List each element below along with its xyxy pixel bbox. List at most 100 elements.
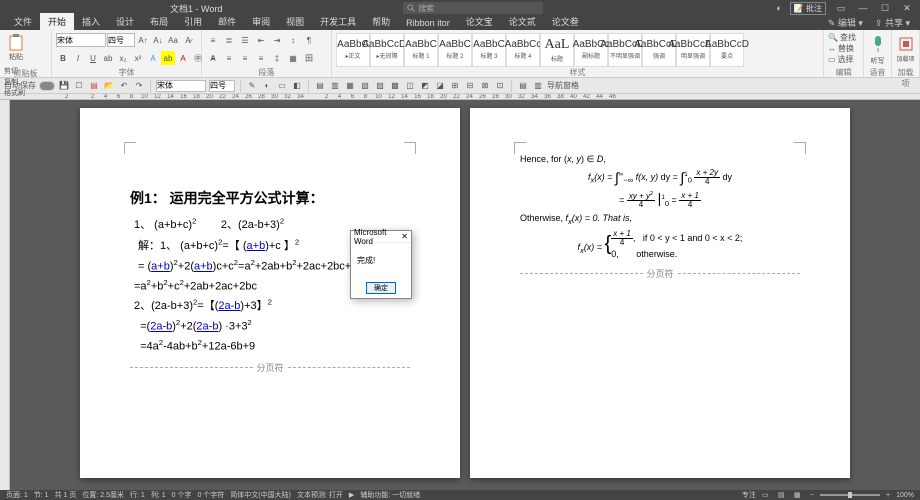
style-11[interactable]: AaBbCcD要点 [710, 33, 744, 67]
dialog-ok-button[interactable]: 确定 [366, 282, 396, 294]
grow-font-icon[interactable]: A↑ [136, 33, 150, 47]
new-icon[interactable]: ☐ [73, 80, 85, 92]
dictate-icon[interactable] [870, 34, 886, 54]
numbering-icon[interactable]: ≣ [222, 33, 236, 47]
replace-button[interactable]: ↔替换 [828, 43, 854, 54]
zoom-in-icon[interactable]: + [886, 492, 890, 499]
status-lang[interactable]: 简体中文(中国大陆) [230, 490, 291, 500]
status-words[interactable]: 0 个字 [172, 490, 192, 500]
q-icon-14[interactable]: ⊞ [449, 80, 461, 92]
tab-design[interactable]: 设计 [108, 13, 142, 30]
q-icon-13[interactable]: ◪ [434, 80, 446, 92]
ribbon-options-icon[interactable]: ▭ [834, 2, 848, 14]
q-icon-12[interactable]: ◩ [419, 80, 431, 92]
q-icon-6[interactable]: ▥ [329, 80, 341, 92]
vertical-ruler[interactable] [0, 100, 10, 490]
q-icon-16[interactable]: ⊠ [479, 80, 491, 92]
status-focus[interactable]: 专注 [742, 490, 756, 500]
nav-pane-button[interactable]: 导航窗格 [547, 80, 579, 91]
subscript-icon[interactable]: x₂ [116, 51, 130, 65]
quick-size-select[interactable] [209, 80, 235, 92]
tab-ribbonitor[interactable]: Ribbon itor [398, 16, 458, 30]
paste-button[interactable]: 粘贴 [4, 32, 28, 64]
style-6[interactable]: AaL标题 [540, 33, 574, 67]
tab-lunwen2[interactable]: 论文贰 [501, 13, 544, 30]
editing-mode-button[interactable]: ✎ 编辑 ▾ [824, 15, 867, 30]
status-page[interactable]: 页面: 1 [6, 490, 28, 500]
q-icon-1[interactable]: ✎ [246, 80, 258, 92]
close-icon[interactable]: ✕ [900, 2, 914, 14]
align-center-icon[interactable]: ≡ [222, 51, 236, 65]
tab-developer[interactable]: 开发工具 [312, 13, 364, 30]
status-section[interactable]: 节: 1 [34, 490, 49, 500]
sort-icon[interactable]: ↕ [286, 33, 300, 47]
zoom-slider[interactable] [820, 494, 880, 496]
status-macro-icon[interactable]: ▶ [349, 491, 354, 499]
status-line[interactable]: 行: 1 [130, 490, 145, 500]
export-icon[interactable]: ▤ [88, 80, 100, 92]
q-icon-8[interactable]: ▧ [359, 80, 371, 92]
page-2[interactable]: Hence, for (x, y) ∈ D, fx(x) = ∫∞−∞ f(x,… [470, 108, 850, 478]
tab-view[interactable]: 视图 [278, 13, 312, 30]
zoom-out-icon[interactable]: − [810, 492, 814, 499]
status-pages[interactable]: 共 1 页 [55, 490, 77, 500]
select-button[interactable]: ▭选择 [828, 54, 854, 65]
tab-references[interactable]: 引用 [176, 13, 210, 30]
addin-icon[interactable] [898, 36, 914, 52]
change-case-icon[interactable]: Aa [166, 33, 180, 47]
q-icon-15[interactable]: ⊟ [464, 80, 476, 92]
redo-icon[interactable]: ↷ [133, 80, 145, 92]
style-3[interactable]: AaBbC标题 2 [438, 33, 472, 67]
web-layout-icon[interactable]: ▦ [794, 491, 804, 499]
share-button[interactable]: ⇪ 共享 ▾ [871, 15, 914, 30]
status-position[interactable]: 位置: 2.5厘米 [82, 490, 124, 500]
quick-font-select[interactable] [156, 80, 206, 92]
save-icon[interactable]: 💾 [58, 80, 70, 92]
increase-indent-icon[interactable]: ⇥ [270, 33, 284, 47]
user-avatar-icon[interactable]: ◐ [776, 3, 781, 13]
maximize-icon[interactable]: ☐ [878, 2, 892, 14]
style-4[interactable]: AaBbC标题 3 [472, 33, 506, 67]
minimize-icon[interactable]: — [856, 2, 870, 14]
q-icon-17[interactable]: ⊡ [494, 80, 506, 92]
text-effects-icon[interactable]: A [146, 51, 160, 65]
print-layout-icon[interactable]: ▤ [778, 491, 788, 499]
q-icon-5[interactable]: ▤ [314, 80, 326, 92]
status-assist[interactable]: 辅助功能: 一切就绪 [360, 490, 420, 500]
q-icon-9[interactable]: ▨ [374, 80, 386, 92]
tab-review[interactable]: 审阅 [244, 13, 278, 30]
read-mode-icon[interactable]: ▭ [762, 491, 772, 499]
q-icon-3[interactable]: ▭ [276, 80, 288, 92]
shrink-font-icon[interactable]: A↓ [151, 33, 165, 47]
q-icon-2[interactable]: ◐ [261, 80, 273, 92]
justify-icon[interactable]: ≡ [254, 51, 268, 65]
open-icon[interactable]: 📂 [103, 80, 115, 92]
style-2[interactable]: AaBbC标题 1 [404, 33, 438, 67]
status-col[interactable]: 列: 1 [151, 490, 166, 500]
q-icon-11[interactable]: ◫ [404, 80, 416, 92]
find-button[interactable]: 🔍查找 [828, 32, 856, 43]
undo-icon[interactable]: ↶ [118, 80, 130, 92]
font-color-icon[interactable]: A [176, 51, 190, 65]
tab-mailings[interactable]: 邮件 [210, 13, 244, 30]
style-1[interactable]: AaBbCcDd▸无间隔 [370, 33, 404, 67]
show-marks-icon[interactable]: ¶ [302, 33, 316, 47]
style-5[interactable]: AaBbCc标题 4 [506, 33, 540, 67]
borders-icon[interactable]: 田 [302, 51, 316, 65]
highlight-icon[interactable]: ab [161, 51, 175, 65]
align-left-icon[interactable]: ≡ [206, 51, 220, 65]
dialog-close-icon[interactable]: ✕ [401, 232, 408, 241]
zoom-level[interactable]: 100% [896, 492, 914, 499]
font-family-select[interactable] [56, 33, 106, 47]
status-chars[interactable]: 0 个字符 [197, 490, 224, 500]
shading-icon[interactable]: ▦ [286, 51, 300, 65]
clear-format-icon[interactable]: A̷ [181, 33, 195, 47]
decrease-indent-icon[interactable]: ⇤ [254, 33, 268, 47]
q-icon-19[interactable]: ▥ [532, 80, 544, 92]
autosave-toggle[interactable] [39, 81, 55, 91]
status-track[interactable]: 文本预测: 打开 [297, 490, 343, 500]
tab-insert[interactable]: 插入 [74, 13, 108, 30]
bullets-icon[interactable]: ≡ [206, 33, 220, 47]
tab-lunwen1[interactable]: 论文宝 [458, 13, 501, 30]
line-spacing-icon[interactable]: ‡ [270, 51, 284, 65]
